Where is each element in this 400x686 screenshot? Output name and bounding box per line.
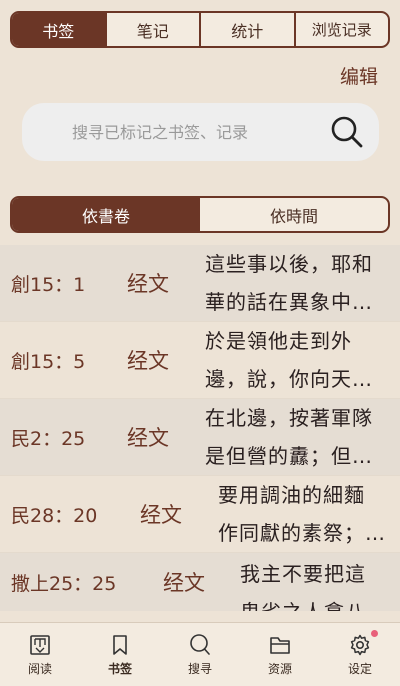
verse-preview: 這些事以後，耶和 華的話在異象中… bbox=[205, 252, 373, 314]
bookmark-icon bbox=[113, 634, 127, 655]
tab-bookmarks[interactable]: 书签 bbox=[12, 13, 105, 46]
edit-button[interactable]: 编辑 bbox=[340, 62, 378, 89]
bottom-nav-bar: 阅读 书签 搜寻 资源 设定 bbox=[0, 622, 400, 686]
verse-reference: 撒上25：25 bbox=[11, 572, 117, 595]
entry-type: 经文 bbox=[127, 272, 169, 296]
gear-icon bbox=[350, 634, 370, 655]
verse-reference: 創15：5 bbox=[11, 350, 86, 373]
folder-icon bbox=[270, 636, 290, 654]
tab-notes[interactable]: 笔记 bbox=[104, 13, 200, 46]
entry-type: 经文 bbox=[127, 426, 169, 450]
tab-statistics[interactable]: 统计 bbox=[199, 13, 294, 46]
book-icon bbox=[30, 634, 50, 655]
verse-reference: 民28：20 bbox=[11, 504, 98, 527]
verse-reference: 創15：1 bbox=[11, 273, 86, 296]
list-item[interactable]: 創15：5 经文 於是領他走到外 邊，說，你向天… bbox=[0, 322, 400, 399]
nav-settings[interactable]: 设定 bbox=[320, 623, 400, 686]
search-bar bbox=[22, 103, 379, 161]
nav-resources[interactable]: 资源 bbox=[240, 623, 320, 686]
sort-by-book-tab[interactable]: 依書卷 bbox=[12, 198, 200, 231]
verse-reference: 民2：25 bbox=[11, 427, 86, 450]
verse-preview: 我主不要把這 卑劣之人拿八… bbox=[240, 562, 386, 611]
entry-type: 经文 bbox=[140, 503, 182, 527]
verse-preview: 要用調油的細麵 作同獻的素祭；… bbox=[218, 483, 386, 545]
search-input[interactable] bbox=[22, 122, 329, 142]
list-item[interactable]: 民28：20 经文 要用調油的細麵 作同獻的素祭；… bbox=[0, 476, 400, 553]
top-tab-bar: 书签 笔记 统计 浏览记录 bbox=[10, 11, 390, 48]
nav-search[interactable]: 搜寻 bbox=[160, 623, 240, 686]
search-icon bbox=[190, 633, 210, 655]
entry-type: 经文 bbox=[163, 571, 205, 595]
sort-tab-bar: 依書卷 依時間 bbox=[10, 196, 390, 233]
search-icon[interactable] bbox=[329, 114, 365, 150]
nav-read[interactable]: 阅读 bbox=[0, 623, 80, 686]
verse-preview: 在北邊，按著軍隊 是但營的纛；但… bbox=[205, 406, 373, 468]
tab-history[interactable]: 浏览记录 bbox=[293, 13, 389, 46]
nav-bookmarks[interactable]: 书签 bbox=[80, 623, 160, 686]
list-item[interactable]: 撒上25：25 经文 我主不要把這 卑劣之人拿八… bbox=[0, 553, 400, 611]
bookmark-list: 創15：1 经文 這些事以後，耶和 華的話在異象中… 創15：5 经文 於是領他… bbox=[0, 245, 400, 611]
verse-preview: 於是領他走到外 邊，說，你向天… bbox=[205, 329, 373, 391]
list-item[interactable]: 創15：1 经文 這些事以後，耶和 華的話在異象中… bbox=[0, 245, 400, 322]
entry-type: 经文 bbox=[127, 349, 169, 373]
sort-by-time-tab[interactable]: 依時間 bbox=[200, 198, 388, 231]
list-item[interactable]: 民2：25 经文 在北邊，按著軍隊 是但營的纛；但… bbox=[0, 399, 400, 476]
notification-dot bbox=[371, 630, 378, 637]
